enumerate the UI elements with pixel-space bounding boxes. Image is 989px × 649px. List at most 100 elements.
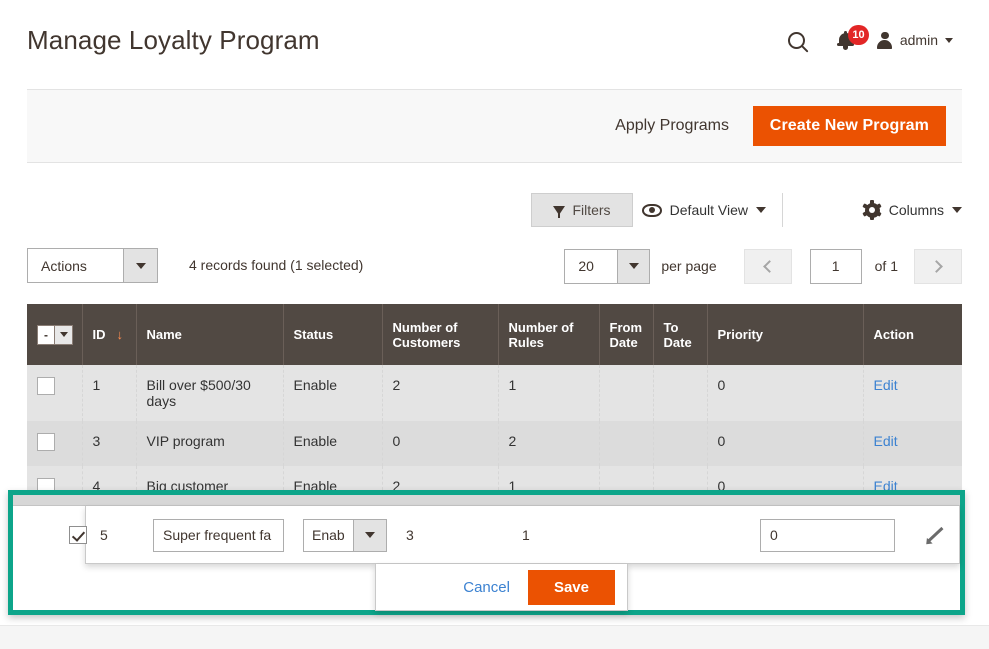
column-header-priority[interactable]: Priority — [707, 304, 864, 365]
inline-edit-priority-input[interactable] — [760, 518, 895, 552]
column-header-number-of-customers[interactable]: Number of Customers — [382, 304, 499, 365]
cell-to-date — [653, 365, 708, 421]
cell-customers: 0 — [382, 421, 499, 466]
cell-from-date — [599, 365, 654, 421]
row-checkbox[interactable] — [37, 377, 55, 395]
inline-edit-actions: Cancel Save — [375, 564, 628, 611]
row-select-cell — [27, 365, 83, 421]
chevron-right-icon — [930, 259, 943, 273]
inline-edit-status-select[interactable]: Enab — [303, 518, 387, 552]
inline-edit-status-caret — [353, 519, 386, 551]
column-header-name[interactable]: Name — [136, 304, 284, 365]
cell-rules: 1 — [498, 365, 600, 421]
chevron-left-icon — [762, 259, 776, 273]
search-icon — [788, 31, 806, 49]
user-avatar-icon — [877, 31, 893, 49]
apply-programs-button[interactable]: Apply Programs — [601, 106, 743, 146]
inline-edit-row-checkbox[interactable] — [69, 526, 87, 544]
inline-edit-customers-cell: 3 — [406, 506, 414, 564]
create-new-program-button[interactable]: Create New Program — [752, 106, 946, 146]
pencil-icon[interactable] — [923, 525, 944, 548]
edit-link[interactable]: Edit — [874, 433, 898, 449]
gear-icon — [862, 200, 882, 220]
records-found-label: 4 records found (1 selected) — [189, 257, 364, 273]
inline-edit-status-cell: Enab — [303, 506, 387, 564]
grid-toolbar: Filters Default View Columns — [27, 193, 962, 229]
user-name-label: admin — [899, 32, 938, 48]
edit-link[interactable]: Edit — [874, 377, 898, 393]
columns-dropdown[interactable]: Columns — [862, 193, 962, 227]
inline-edit-rules-cell: 1 — [522, 506, 530, 564]
column-header-id[interactable]: ID ↓ — [82, 304, 137, 365]
row-checkbox[interactable] — [37, 433, 55, 451]
per-page-value: 20 — [578, 258, 594, 274]
inline-edit-panel: 5 Enab 3 1 — [8, 490, 965, 615]
page-action-bar: Apply Programs Create New Program — [27, 89, 962, 163]
default-view-label: Default View — [669, 202, 748, 218]
inline-edit-status-value: Enab — [312, 527, 345, 543]
cell-status: Enable — [283, 365, 383, 421]
inline-edit-customers-value: 3 — [406, 527, 414, 543]
page-root: Manage Loyalty Program 10 admin Apply Pr… — [0, 0, 989, 649]
mass-actions-label: Actions — [41, 257, 87, 274]
column-header-from-date[interactable]: From Date — [599, 304, 654, 365]
eye-icon — [641, 203, 662, 217]
cell-action: Edit — [863, 421, 962, 466]
per-page-label: per page — [661, 258, 717, 274]
chevron-down-icon — [945, 37, 953, 43]
inline-edit-priority-cell — [760, 506, 895, 564]
cancel-button[interactable]: Cancel — [457, 572, 516, 603]
inline-edit-name-cell — [153, 506, 284, 564]
cell-to-date — [653, 421, 708, 466]
page-header: Manage Loyalty Program 10 admin — [0, 0, 989, 82]
sort-desc-icon: ↓ — [116, 327, 124, 342]
user-menu-button[interactable]: admin — [873, 24, 953, 56]
cell-priority: 0 — [707, 421, 864, 466]
per-page-dropdown[interactable]: 20 — [564, 248, 651, 284]
next-page-button[interactable] — [914, 248, 962, 284]
cell-action: Edit — [863, 365, 962, 421]
cell-customers: 2 — [382, 365, 499, 421]
chevron-down-icon — [756, 207, 766, 213]
cell-priority: 0 — [707, 365, 864, 421]
inline-edit-id-cell: 5 — [100, 506, 150, 564]
table-row: 3 VIP program Enable 0 2 0 Edit — [27, 421, 962, 466]
table-header-row: - ID ↓ Name Status Number of Customers Nu… — [27, 304, 962, 365]
column-header-to-date[interactable]: To Date — [653, 304, 708, 365]
total-pages-label: of 1 — [874, 258, 898, 274]
select-all-dropdown[interactable]: - — [37, 324, 73, 345]
inline-edit-name-input[interactable] — [153, 518, 284, 552]
page-number-input[interactable] — [809, 248, 862, 284]
default-view-dropdown[interactable]: Default View — [641, 193, 783, 227]
column-header-number-of-rules[interactable]: Number of Rules — [498, 304, 600, 365]
global-search-button[interactable] — [775, 24, 819, 56]
notifications-button[interactable]: 10 — [819, 24, 873, 56]
cell-status: Enable — [283, 421, 383, 466]
filters-button[interactable]: Filters — [531, 193, 633, 227]
cell-id: 1 — [82, 365, 137, 421]
header-icon-group: 10 admin — [775, 24, 953, 56]
save-button[interactable]: Save — [527, 569, 615, 605]
inline-edit-form: 5 Enab 3 1 — [69, 506, 960, 564]
funnel-icon — [553, 205, 566, 218]
select-all-column-header: - — [27, 304, 83, 365]
previous-page-button[interactable] — [743, 248, 792, 284]
column-header-status[interactable]: Status — [283, 304, 383, 365]
table-row: 1 Bill over $500/30 days Enable 2 1 0 Ed… — [27, 365, 962, 421]
notification-count-badge: 10 — [848, 24, 869, 45]
inline-edit-select-cell — [58, 506, 98, 564]
row-select-cell — [27, 421, 83, 466]
pagination-controls: 20 per page of 1 — [564, 248, 962, 284]
cell-from-date — [599, 421, 654, 466]
cell-id: 3 — [82, 421, 137, 466]
inline-edit-from-date-cell — [623, 506, 677, 564]
mass-actions-dropdown[interactable]: Actions — [27, 248, 158, 283]
cell-rules: 2 — [498, 421, 600, 466]
column-header-action: Action — [863, 304, 962, 365]
inline-edit-id-value: 5 — [100, 527, 108, 543]
grid-controls-bar: Actions 4 records found (1 selected) 20 … — [27, 248, 962, 284]
per-page-caret — [617, 249, 650, 283]
select-all-dash: - — [38, 325, 55, 344]
inline-edit-to-date-cell — [677, 506, 731, 564]
cell-name: VIP program — [136, 421, 284, 466]
